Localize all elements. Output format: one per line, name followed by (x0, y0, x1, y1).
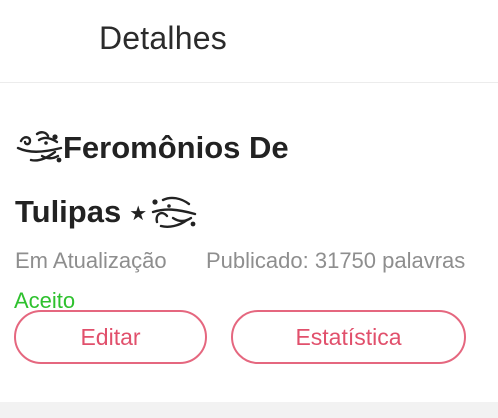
edit-button[interactable]: Editar (14, 310, 207, 364)
page-title: Detalhes (99, 20, 227, 56)
swirl-ornament-icon (16, 131, 63, 163)
book-title-text-2: Tulipas (15, 194, 122, 229)
book-title-text-1: Feromônios De (63, 130, 289, 165)
update-status: Em Atualização (15, 248, 167, 273)
book-title-line-2: Tulipas ★ (15, 192, 197, 232)
word-count: Publicado: 31750 palavras (206, 248, 466, 273)
statistics-button[interactable]: Estatística (231, 310, 466, 364)
book-title-line-1: Feromônios De (15, 128, 289, 168)
star-icon: ★ (129, 202, 148, 225)
top-bar: Detalhes (0, 0, 498, 83)
book-details: Feromônios De Tulipas ★ Em Atualização P… (0, 84, 498, 402)
book-meta: Em Atualização Publicado: 31750 palavras (15, 248, 467, 280)
section-divider (0, 402, 498, 418)
swirl-ornament-icon (151, 196, 197, 228)
